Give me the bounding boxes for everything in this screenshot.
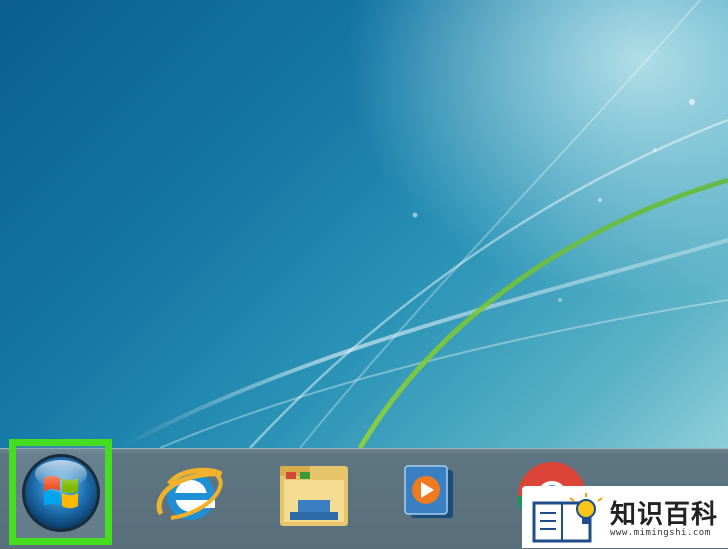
folder-explorer-icon xyxy=(280,466,348,526)
windows-explorer-button[interactable] xyxy=(268,452,360,536)
windows-start-orb-icon[interactable] xyxy=(20,452,102,534)
watermark-logo: 知识百科 www.mimingshi.com xyxy=(522,486,728,548)
watermark-title: 知识百科 xyxy=(610,500,719,530)
desktop-wallpaper xyxy=(0,0,728,448)
wallpaper-light-streaks xyxy=(119,0,728,448)
internet-explorer-button[interactable] xyxy=(145,452,237,536)
media-player-icon xyxy=(404,465,453,518)
watermark-url: www.mimingshi.com xyxy=(610,528,711,538)
book-lightbulb-icon xyxy=(532,493,603,543)
media-player-button[interactable] xyxy=(383,452,475,536)
internet-explorer-icon xyxy=(156,467,223,520)
